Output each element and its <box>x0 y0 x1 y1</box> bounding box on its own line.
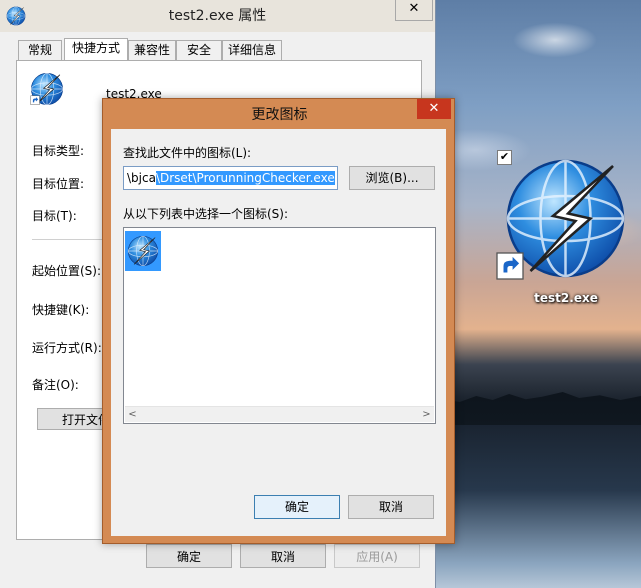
desktop-shortcut-test2[interactable] <box>495 150 635 310</box>
change-icon-dialog: 更改图标 ✕ 查找此文件中的图标(L): \bjca\Drset\Prorunn… <box>102 98 455 544</box>
open-file-location-button[interactable]: 打开文件 <box>37 408 107 430</box>
shortcut-key-label: 快捷键(K): <box>32 303 90 317</box>
icon-list[interactable]: < > <box>123 227 436 424</box>
browse-button[interactable]: 浏览(B)... <box>349 166 435 190</box>
window-title: test2.exe 属性 <box>168 8 267 24</box>
ok-button[interactable]: 确定 <box>146 544 232 568</box>
tab-shortcut[interactable]: 快捷方式 <box>64 38 128 61</box>
icon-list-label: 从以下列表中选择一个图标(S): <box>123 207 289 221</box>
path-selected-text: \Drset\ProrunningChecker.exe <box>155 171 335 185</box>
scroll-left-icon[interactable]: < <box>125 407 140 422</box>
run-label: 运行方式(R): <box>32 341 102 355</box>
desktop-select-checkbox[interactable]: ✔ <box>497 150 512 165</box>
divider <box>32 239 102 240</box>
start-in-label: 起始位置(S): <box>32 264 102 278</box>
target-label: 目标(T): <box>32 209 77 223</box>
target-type-label: 目标类型: <box>32 144 85 158</box>
dialog-ok-button[interactable]: 确定 <box>254 495 340 519</box>
find-icons-label: 查找此文件中的图标(L): <box>123 146 252 160</box>
wallpaper-lake <box>435 425 641 588</box>
path-prefix: \bjca <box>127 171 156 185</box>
tab-compatibility[interactable]: 兼容性 <box>128 40 176 60</box>
apply-button[interactable]: 应用(A) <box>334 544 420 568</box>
lightning-globe-icon <box>127 235 159 267</box>
tab-details[interactable]: 详细信息 <box>222 40 282 60</box>
tab-security[interactable]: 安全 <box>176 40 222 60</box>
wallpaper-treeline <box>435 392 641 428</box>
close-button[interactable]: ✕ <box>395 0 433 21</box>
tab-general[interactable]: 常规 <box>18 40 62 60</box>
dialog-close-button[interactable]: ✕ <box>417 99 451 119</box>
dialog-title: 更改图标 <box>251 107 308 123</box>
dialog-cancel-button[interactable]: 取消 <box>348 495 434 519</box>
target-location-label: 目标位置: <box>32 177 85 191</box>
comment-label: 备注(O): <box>32 378 79 392</box>
icon-file-path-input[interactable]: \bjca\Drset\ProrunningChecker.exe <box>123 166 338 190</box>
dialog-body: 查找此文件中的图标(L): \bjca\Drset\ProrunningChec… <box>111 129 446 536</box>
desktop-icon-label[interactable]: test2.exe <box>526 291 606 305</box>
horizontal-scrollbar[interactable]: < > <box>125 406 434 422</box>
cancel-button[interactable]: 取消 <box>240 544 326 568</box>
lightning-globe-icon <box>496 159 625 280</box>
scroll-right-icon[interactable]: > <box>419 407 434 422</box>
icon-list-item[interactable] <box>125 231 161 271</box>
shortcut-file-icon <box>30 73 63 105</box>
properties-titlebar[interactable]: test2.exe 属性 ✕ <box>0 0 435 32</box>
